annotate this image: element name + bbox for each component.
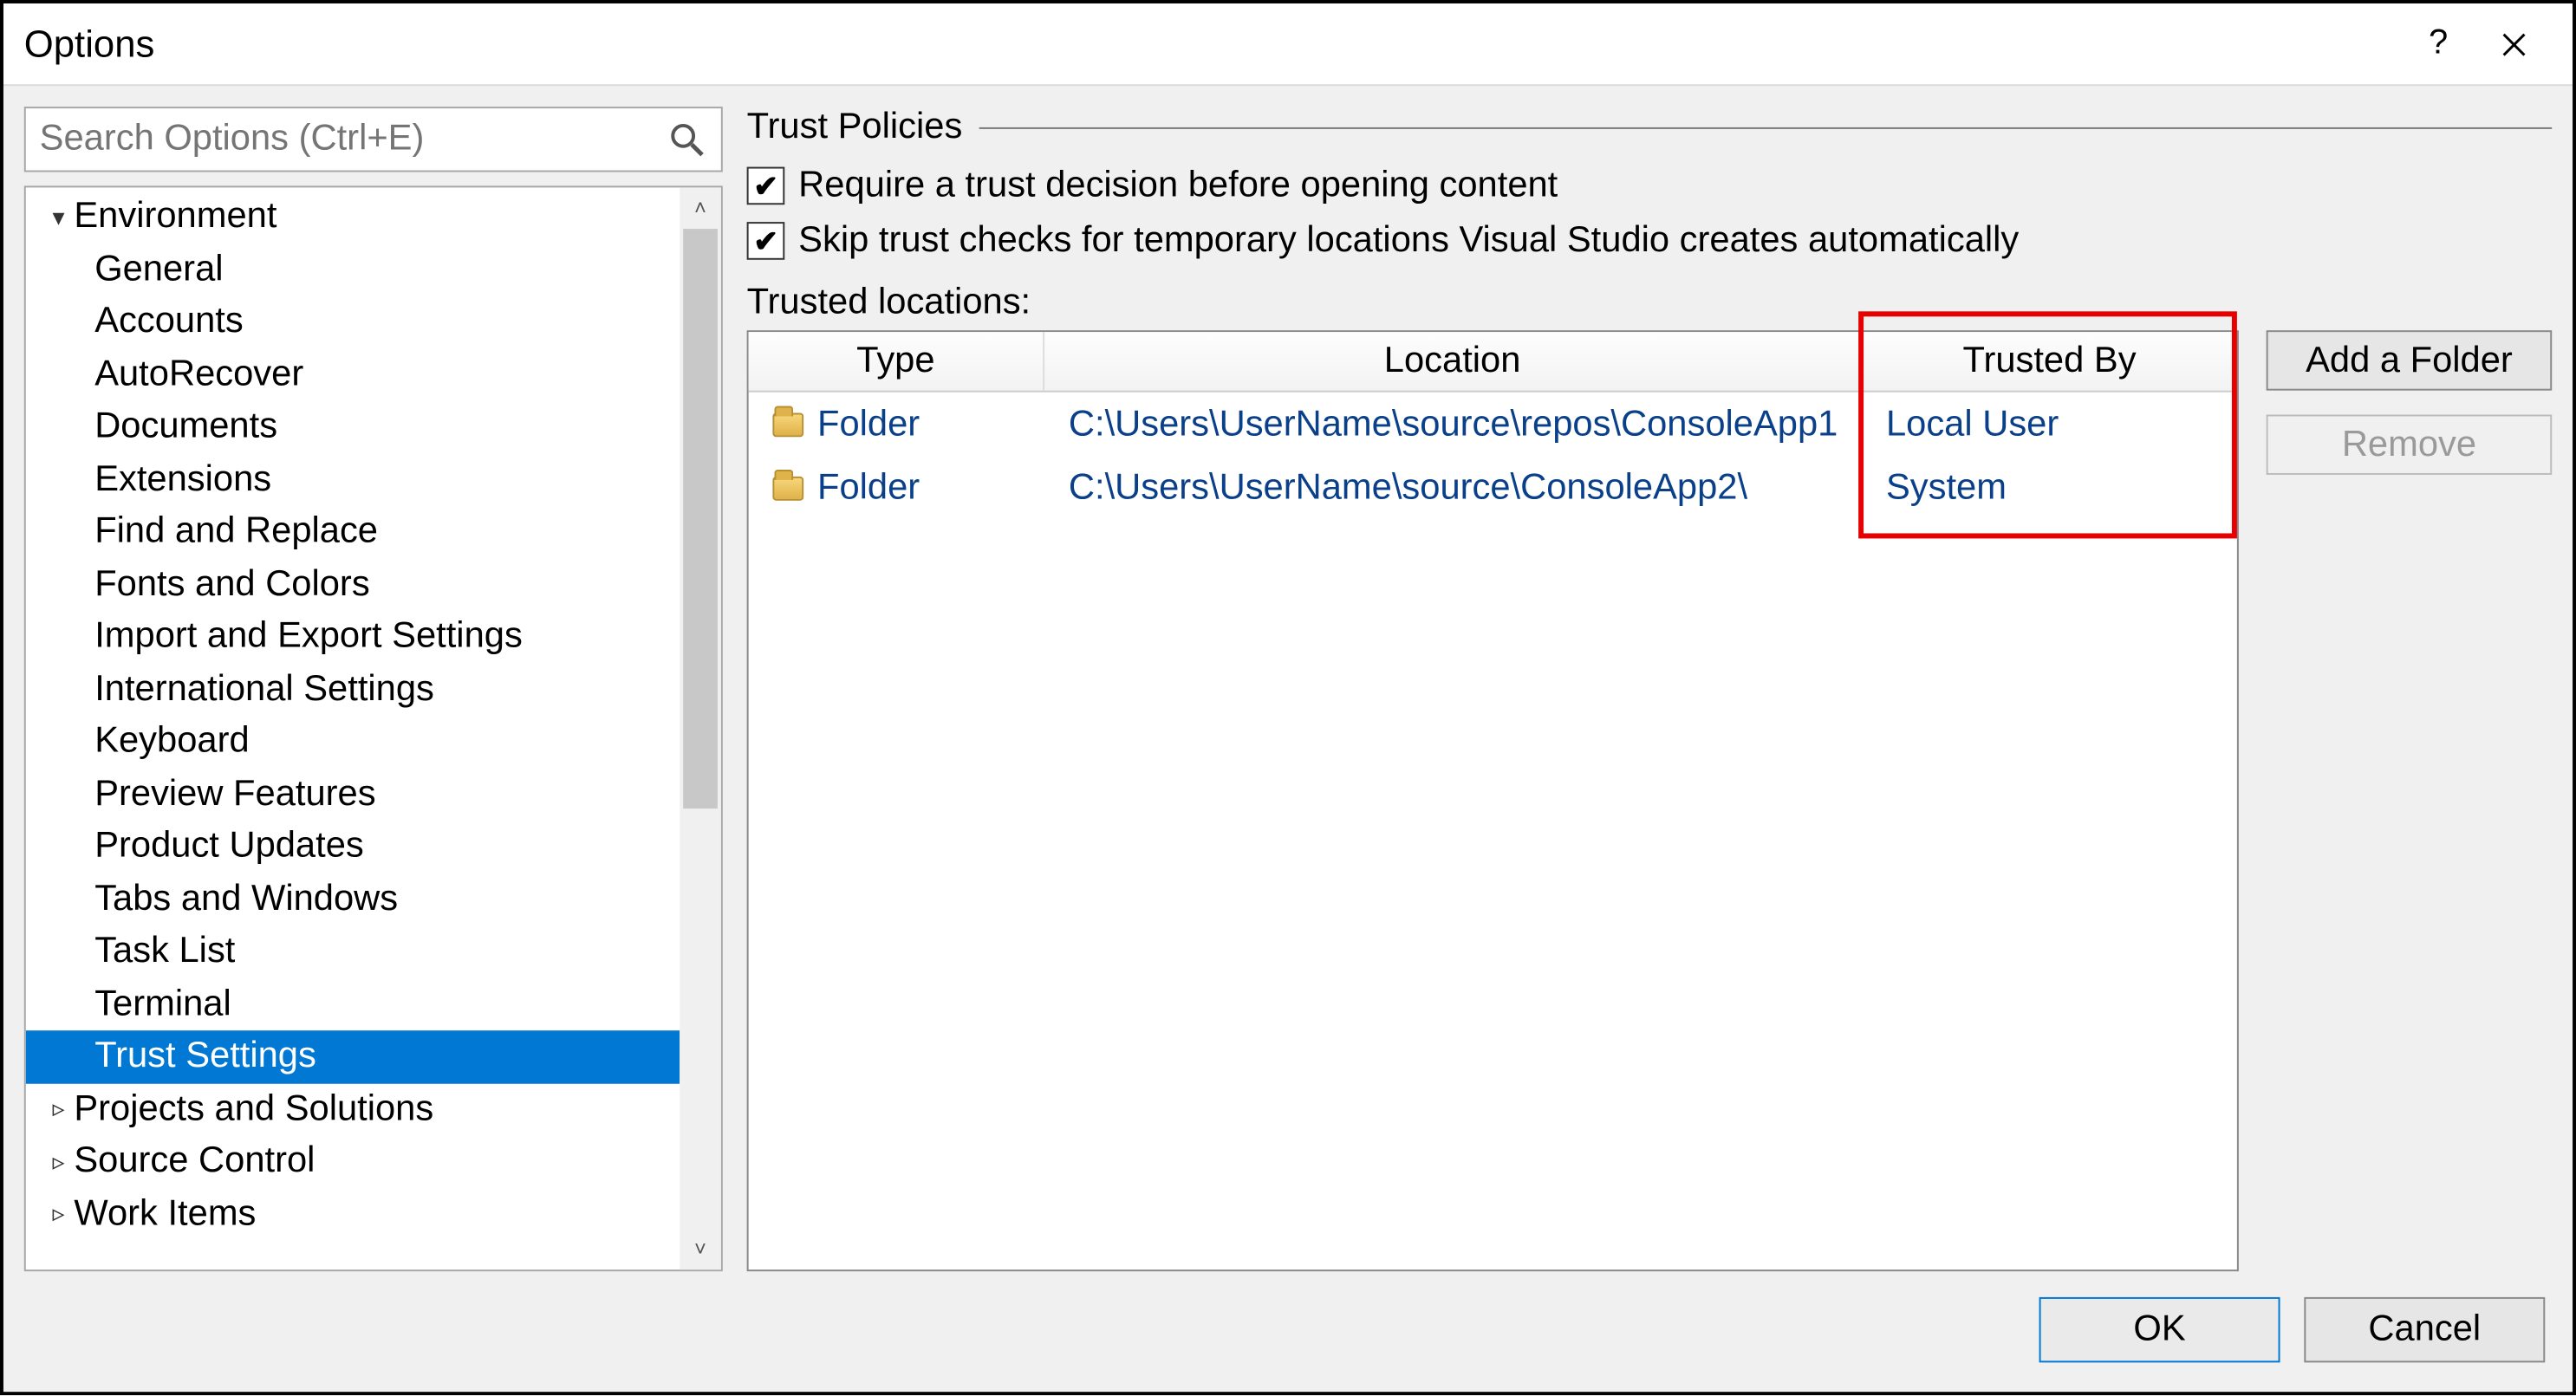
cell-trusted-by: System [1862,467,2237,509]
group-header: Trust Policies [747,107,2553,148]
content-area: ▾Environment General Accounts AutoRecove… [3,86,2573,1392]
tree-label: Find and Replace [94,511,378,553]
tree-label: Tabs and Windows [94,879,398,920]
titlebar: Options ? [3,3,2573,86]
tree-item-trust-settings[interactable]: Trust Settings [26,1030,680,1083]
tree-label: Extensions [94,459,271,501]
tree-item-general[interactable]: General [26,243,680,296]
table-row[interactable]: Folder C:\Users\UserName\source\ConsoleA… [749,456,2237,519]
table-row[interactable]: Folder C:\Users\UserName\source\repos\Co… [749,393,2237,456]
checkbox-skip-temp[interactable]: ✔ Skip trust checks for temporary locati… [747,220,2553,262]
tree-item-extensions[interactable]: Extensions [26,453,680,506]
cell-trusted-by: Local User [1862,404,2237,445]
window-title: Options [24,22,2401,67]
trusted-locations-label: Trusted locations: [747,282,2553,324]
cell-type: Folder [817,467,920,509]
col-header-type[interactable]: Type [749,332,1044,391]
dialog-footer: OK Cancel [24,1289,2552,1371]
tree-label: Environment [74,197,276,238]
tree-item-preview-features[interactable]: Preview Features [26,768,680,821]
tree-item-source-control[interactable]: ▹Source Control [26,1135,680,1188]
side-buttons: Add a Folder Remove [2267,330,2552,1271]
tree-item-environment[interactable]: ▾Environment [26,191,680,243]
table-body: Folder C:\Users\UserName\source\repos\Co… [749,393,2237,1270]
tree-item-tabs-windows[interactable]: Tabs and Windows [26,873,680,926]
tree-label: Import and Export Settings [94,616,523,658]
tree-label: Terminal [94,984,231,1025]
tree-label: Task List [94,932,235,973]
scroll-track[interactable] [680,229,721,1228]
search-icon [666,119,707,160]
divider [979,127,2552,128]
add-folder-button[interactable]: Add a Folder [2267,330,2552,390]
tree-item-keyboard[interactable]: Keyboard [26,716,680,769]
settings-panel: Trust Policies ✔ Require a trust decisio… [747,107,2553,1271]
folder-icon [772,412,803,436]
ok-button[interactable]: OK [2039,1297,2280,1362]
left-pane: ▾Environment General Accounts AutoRecove… [24,107,723,1271]
help-button[interactable]: ? [2400,6,2475,81]
tree-label: Projects and Solutions [74,1088,433,1130]
tree-label: AutoRecover [94,354,303,395]
tree-item-documents[interactable]: Documents [26,401,680,454]
checkbox-icon: ✔ [747,222,785,260]
cell-location: C:\Users\UserName\source\ConsoleApp2\ [1044,467,1862,509]
tree-item-fonts-colors[interactable]: Fonts and Colors [26,558,680,611]
tree-item-projects-solutions[interactable]: ▹Projects and Solutions [26,1083,680,1136]
options-dialog: Options ? ▾Environment General Accounts … [0,0,2576,1395]
tree-label: General [94,249,223,290]
search-input[interactable] [40,119,667,160]
caret-right-icon: ▹ [47,1147,71,1177]
trusted-locations-row: Type Location Trusted By Folder C:\Users… [747,330,2553,1271]
col-header-location[interactable]: Location [1044,332,1862,391]
table-header: Type Location Trusted By [749,332,2237,392]
tree-item-autorecover[interactable]: AutoRecover [26,348,680,401]
options-tree: ▾Environment General Accounts AutoRecove… [24,185,723,1271]
tree-item-task-list[interactable]: Task List [26,925,680,978]
checkbox-icon: ✔ [747,167,785,205]
tree-label: Trust Settings [94,1036,316,1078]
caret-down-icon: ▾ [47,203,71,232]
col-header-trusted-by[interactable]: Trusted By [1862,332,2237,391]
tree-item-work-items[interactable]: ▹Work Items [26,1188,680,1241]
tree-list[interactable]: ▾Environment General Accounts AutoRecove… [26,187,680,1269]
checkbox-label: Skip trust checks for temporary location… [798,220,2019,262]
close-icon [2501,30,2528,58]
checkbox-label: Require a trust decision before opening … [798,166,1558,207]
close-button[interactable] [2476,6,2552,81]
tree-label: Documents [94,406,277,448]
main-row: ▾Environment General Accounts AutoRecove… [24,107,2552,1271]
scroll-thumb[interactable] [683,229,718,808]
tree-label: Keyboard [94,721,249,763]
tree-label: Fonts and Colors [94,564,369,606]
scroll-down-icon[interactable]: ˅ [680,1229,721,1270]
tree-scrollbar[interactable]: ˄ ˅ [680,187,721,1269]
tree-label: Accounts [94,302,244,343]
tree-item-find-replace[interactable]: Find and Replace [26,506,680,559]
tree-item-import-export[interactable]: Import and Export Settings [26,611,680,664]
tree-label: Source Control [74,1141,315,1183]
tree-label: Product Updates [94,826,364,867]
cell-type: Folder [817,404,920,445]
folder-icon [772,476,803,500]
checkbox-require-trust[interactable]: ✔ Require a trust decision before openin… [747,166,2553,207]
trusted-locations-table[interactable]: Type Location Trusted By Folder C:\Users… [747,330,2239,1271]
cancel-button[interactable]: Cancel [2304,1297,2545,1362]
tree-item-international[interactable]: International Settings [26,663,680,716]
tree-label: International Settings [94,669,434,711]
caret-right-icon: ▹ [47,1094,71,1124]
tree-label: Preview Features [94,774,375,815]
tree-label: Work Items [74,1193,256,1235]
group-title: Trust Policies [747,107,963,148]
search-box[interactable] [24,107,723,172]
tree-item-terminal[interactable]: Terminal [26,978,680,1031]
tree-item-accounts[interactable]: Accounts [26,295,680,348]
tree-item-product-updates[interactable]: Product Updates [26,821,680,873]
cell-location: C:\Users\UserName\source\repos\ConsoleAp… [1044,404,1862,445]
scroll-up-icon[interactable]: ˄ [680,187,721,229]
caret-right-icon: ▹ [47,1199,71,1229]
remove-button[interactable]: Remove [2267,414,2552,474]
